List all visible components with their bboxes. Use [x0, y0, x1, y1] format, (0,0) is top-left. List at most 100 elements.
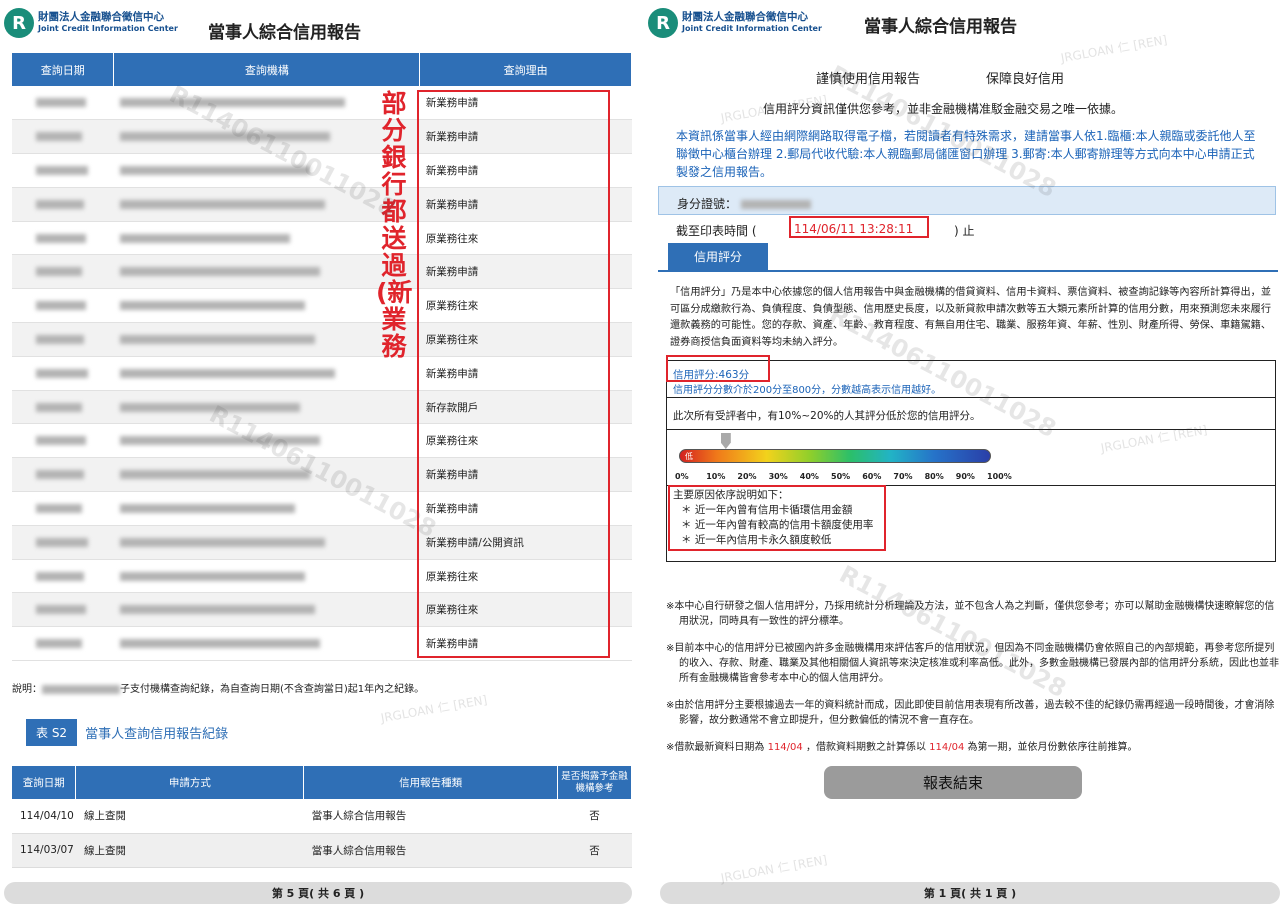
slogan-protect-credit: 保障良好信用 — [986, 72, 1065, 87]
score-description: 「信用評分」乃是本中心依據您的個人信用報告中與金融機構的借貸資料、信用卡資料、票… — [670, 287, 1272, 348]
redacted-institution — [119, 233, 290, 243]
list-item: ＊ 近一年內信用卡永久額度較低 — [681, 534, 832, 546]
inquiry-reason: 原業務往來 — [419, 221, 632, 256]
inquiry-reason: 原業務往來 — [419, 322, 632, 357]
inquiry-reason: 原業務往來 — [419, 559, 632, 594]
inquiry-reason: 新業務申請/公開資訊 — [419, 525, 632, 560]
inquiry-reason: 原業務往來 — [419, 423, 632, 459]
gauge-tick-label: 100% — [987, 472, 1012, 481]
print-time-label: 截至印表時間 ( — [676, 224, 757, 238]
table-row: 新業務申請/公開資訊 — [12, 525, 632, 560]
table-row: 新業務申請 — [12, 356, 632, 391]
redacted-date — [36, 98, 86, 108]
redacted-date — [36, 368, 88, 378]
redacted-institution — [119, 639, 320, 649]
redacted-institution — [119, 571, 305, 581]
electronic-file-notice: 本資訊係當事人經由網際網路取得電子檔，若閱讀者有特殊需求，建請當事人依1.臨櫃:… — [676, 129, 1256, 179]
gauge-tick-label: 40% — [799, 472, 819, 481]
credit-score-range: 信用評分分數介於200分至800分，分數越高表示信用越好。 — [673, 385, 942, 396]
inquiry-reason: 新業務申請 — [419, 86, 632, 121]
redacted-date — [36, 267, 82, 277]
gauge-tick-label: 50% — [831, 472, 851, 481]
table-row: 原業務往來 — [12, 559, 632, 594]
note-2: ※目前本中心的信用評分已被國內許多金融機構用來評估客戶的信用狀況，但因為不同金融… — [666, 643, 1279, 684]
redacted-institution — [119, 301, 305, 311]
redacted-institution — [119, 470, 310, 480]
redacted-institution — [119, 334, 315, 344]
gauge-tick-label: 0% — [675, 472, 689, 481]
divider — [667, 429, 1275, 430]
self-inquiry-table: 查詢日期 申請方式 信用報告種類 是否揭露予金融機構參考 114/04/10 線… — [12, 766, 632, 868]
redacted-date — [36, 470, 84, 480]
redacted-institution — [119, 436, 320, 446]
redacted-date — [36, 301, 86, 311]
percentile-text: 此次所有受評者中，有10%~20%的人其評分低於您的信用評分。 — [673, 410, 981, 422]
inquiry-note: 說明： 子支付機構查詢紀錄，為自查詢日期(不含查詢當日)起1年內之紀錄。 — [12, 684, 425, 695]
redacted-date — [36, 165, 88, 175]
table-row: 新業務申請 — [12, 119, 632, 155]
jcic-logo-icon: R — [4, 8, 34, 38]
page-footer: 第 5 頁( 共 6 頁 ) — [4, 882, 632, 904]
gauge-ticks: 0% 10% 20% 30% 40% 50% 60% 70% 80% 90% 100% — [673, 472, 1012, 484]
page-title: 當事人綜合信用報告 — [864, 17, 1017, 37]
gauge-tick-label: 30% — [768, 472, 788, 481]
col-header-inquiry-date: 查詢日期 — [12, 766, 77, 799]
table-row: 原業務往來 — [12, 423, 632, 459]
report-end-button[interactable]: 報表結束 — [824, 766, 1082, 799]
redacted-institution — [119, 132, 330, 142]
redacted-date — [36, 503, 82, 513]
page-title: 當事人綜合信用報告 — [208, 23, 361, 43]
col-header-disclosed: 是否揭露予金融機構參考 — [557, 766, 632, 799]
list-item: ＊ 近一年內曾有較高的信用卡額度使用率 — [681, 519, 874, 531]
table-row: 114/03/07 線上查閱 當事人綜合信用報告 否 — [12, 833, 632, 868]
col-header-date: 查詢日期 — [12, 53, 115, 86]
inquiry-reason: 新業務申請 — [419, 254, 632, 290]
table-row: 新業務申請 — [12, 153, 632, 188]
section-s2-title: 當事人查詢信用報告紀錄 — [85, 727, 229, 742]
gauge-tick-label: 60% — [862, 472, 882, 481]
redacted-date — [36, 436, 86, 446]
redacted-date — [36, 402, 82, 412]
col-header-reason: 查詢理由 — [419, 53, 632, 86]
gauge-tick-label: 10% — [706, 472, 726, 481]
redacted-date — [36, 132, 82, 142]
redacted-date — [36, 605, 86, 615]
inquiry-reason: 原業務往來 — [419, 288, 632, 324]
table-row: 新存款開戶 — [12, 390, 632, 425]
redacted-institution — [119, 165, 310, 175]
table-row: 原業務往來 — [12, 221, 632, 256]
redacted-institution — [119, 537, 325, 547]
table-row: 原業務往來 — [12, 288, 632, 324]
redacted-institution — [119, 199, 325, 209]
page-footer: 第 1 頁( 共 1 頁 ) — [660, 882, 1280, 904]
redacted-id — [740, 200, 811, 209]
credit-score-box: 信用評分:463分 信用評分分數介於200分至800分，分數越高表示信用越好。 … — [666, 360, 1276, 562]
redacted-date — [36, 199, 84, 209]
logo-name-cn: 財團法人金融聯合徵信中心 — [38, 11, 164, 23]
inquiry-reason: 新業務申請 — [419, 356, 632, 391]
redacted-institution — [119, 368, 335, 378]
divider — [667, 397, 1275, 398]
gauge-low-label: 低 — [685, 452, 693, 461]
reasons-title: 主要原因依序說明如下： — [673, 489, 789, 501]
inquiry-reason: 新業務申請 — [419, 187, 632, 222]
id-number-row: 身分證號： — [658, 186, 1276, 215]
jcic-logo-icon: R — [648, 8, 678, 38]
redacted-institution — [119, 402, 300, 412]
print-time-value: 114/06/11 13:28:11 — [794, 222, 914, 236]
redacted-date — [36, 233, 86, 243]
redacted-date — [36, 537, 88, 547]
inquiry-table: 查詢日期 查詢機構 查詢理由 新業務申請 新業務申請 新業務申請 新業務申請 原業務往來… — [12, 53, 632, 662]
logo-name-en: Joint Credit Information Center — [38, 24, 178, 33]
print-time-end: ) 止 — [954, 224, 975, 238]
logo-name-cn: 財團法人金融聯合徵信中心 — [682, 11, 808, 23]
table-row: 新業務申請 — [12, 86, 632, 121]
table-row: 新業務申請 — [12, 187, 632, 222]
gauge-tick-label: 80% — [924, 472, 944, 481]
jcic-logo: R 財團法人金融聯合徵信中心 Joint Credit Information … — [4, 8, 178, 38]
inquiry-reason: 原業務往來 — [419, 592, 632, 628]
tab-credit-score[interactable]: 信用評分 — [668, 243, 768, 270]
redacted-date — [36, 639, 82, 649]
table-row: 新業務申請 — [12, 254, 632, 290]
report-page-1: R 財團法人金融聯合徵信中心 Joint Credit Information … — [648, 0, 1280, 905]
